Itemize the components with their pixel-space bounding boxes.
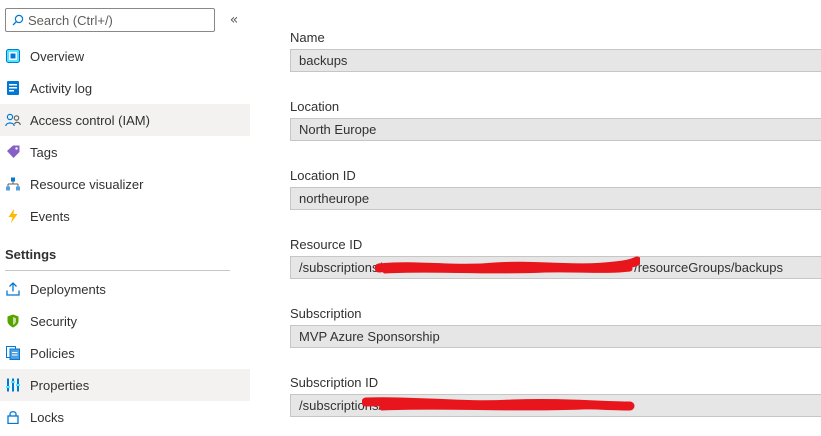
overview-icon <box>5 48 21 64</box>
tag-icon <box>5 144 21 160</box>
sidebar-item-resource-visualizer[interactable]: Resource visualizer <box>0 168 250 200</box>
subscription-id-field[interactable]: /subscriptions/ <box>290 394 821 417</box>
settings-section-title: Settings <box>5 247 57 262</box>
resource-id-prefix: /subscriptions/ <box>299 260 383 275</box>
sidebar-item-label: Locks <box>30 409 64 425</box>
people-icon <box>5 112 21 128</box>
shield-icon <box>5 313 21 329</box>
sidebar-item-locks[interactable]: Locks <box>0 401 250 433</box>
sidebar-item-label: Events <box>30 208 70 224</box>
sidebar-item-access-control[interactable]: Access control (IAM) <box>0 104 250 136</box>
activity-log-icon <box>5 80 21 96</box>
sidebar-item-policies[interactable]: Policies <box>0 337 250 369</box>
properties-icon <box>5 377 21 393</box>
upload-icon <box>5 281 21 297</box>
sidebar-item-label: Resource visualizer <box>30 176 144 192</box>
sidebar-item-overview[interactable]: Overview <box>0 40 250 72</box>
sidebar-item-tags[interactable]: Tags <box>0 136 250 168</box>
location-id-label: Location ID <box>290 168 356 183</box>
collapse-sidebar-button[interactable]: « <box>226 10 242 30</box>
app-window: « Overview Activity l <box>0 0 821 436</box>
location-label: Location <box>290 99 340 114</box>
resource-id-label: Resource ID <box>290 237 363 252</box>
subscription-id-prefix: /subscriptions/ <box>299 398 383 413</box>
sidebar-item-events[interactable]: Events <box>0 200 250 232</box>
sidebar-item-label: Access control (IAM) <box>30 112 150 128</box>
lightning-icon <box>5 208 21 224</box>
sidebar-item-label: Tags <box>30 144 58 160</box>
sidebar-item-label: Deployments <box>30 281 106 297</box>
search-icon <box>12 14 24 26</box>
search-input[interactable] <box>28 10 208 30</box>
double-chevron-left-icon: « <box>229 12 239 28</box>
sidebar-item-label: Overview <box>30 48 85 64</box>
sidebar-item-deployments[interactable]: Deployments <box>0 273 250 305</box>
search-box[interactable] <box>5 8 215 32</box>
sidebar: « Overview Activity l <box>0 0 250 436</box>
name-label: Name <box>290 30 325 45</box>
sidebar-item-activity-log[interactable]: Activity log <box>0 72 250 104</box>
sidebar-item-label: Security <box>30 313 77 329</box>
sidebar-item-label: Policies <box>30 345 75 361</box>
resource-id-suffix: /resourceGroups/backups <box>634 260 783 275</box>
hierarchy-icon <box>5 176 21 192</box>
section-divider <box>5 270 230 271</box>
lock-icon <box>5 409 21 425</box>
subscription-id-label: Subscription ID <box>290 375 379 390</box>
subscription-label: Subscription <box>290 306 362 321</box>
location-id-field[interactable]: northeurope <box>290 187 821 210</box>
sidebar-item-label: Properties <box>30 377 90 393</box>
location-field[interactable]: North Europe <box>290 118 821 141</box>
properties-panel: Name backups Location North Europe Locat… <box>250 0 821 436</box>
sidebar-item-properties[interactable]: Properties <box>0 369 250 401</box>
sidebar-item-label: Activity log <box>30 80 93 96</box>
name-field[interactable]: backups <box>290 49 821 72</box>
subscription-field[interactable]: MVP Azure Sponsorship <box>290 325 821 348</box>
policy-icon <box>5 345 21 361</box>
sidebar-item-security[interactable]: Security <box>0 305 250 337</box>
resource-id-field[interactable]: /subscriptions/ /resourceGroups/backups <box>290 256 821 279</box>
